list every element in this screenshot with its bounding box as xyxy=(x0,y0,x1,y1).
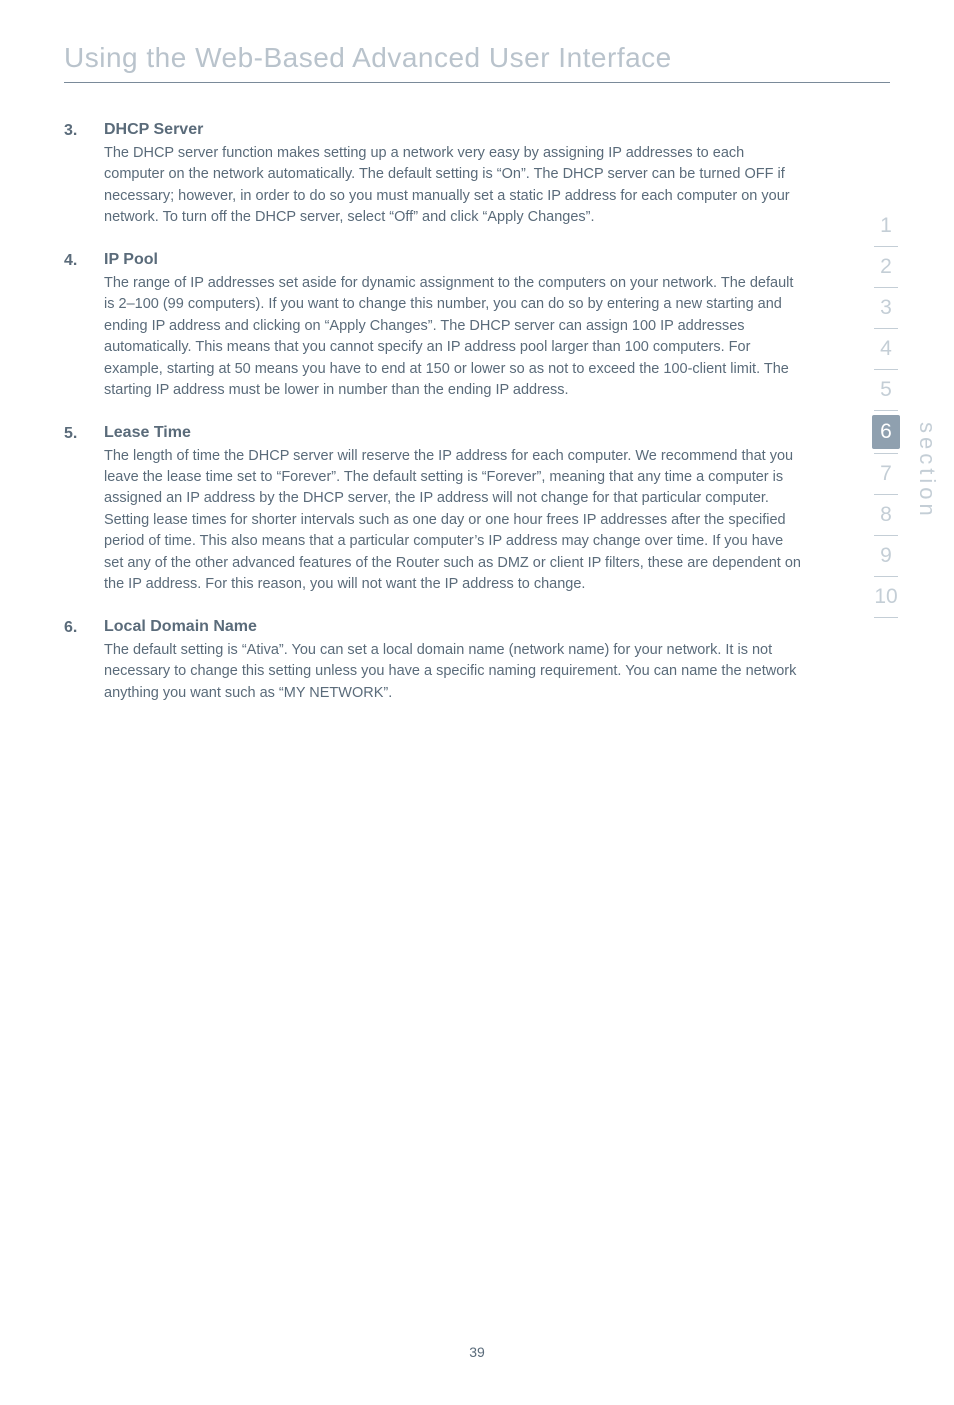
item-paragraph: The range of IP addresses set aside for … xyxy=(104,273,804,402)
item-number: 3. xyxy=(64,121,104,229)
section-nav-6-active[interactable]: 6 xyxy=(872,415,900,449)
title-rule xyxy=(64,82,890,83)
page-number: 39 xyxy=(0,1344,954,1360)
section-nav-divider xyxy=(874,617,898,618)
item-heading: Local Domain Name xyxy=(104,618,804,636)
item-heading: IP Pool xyxy=(104,251,804,269)
item-number: 4. xyxy=(64,251,104,402)
section-nav-5[interactable]: 5 xyxy=(880,370,892,410)
item-heading: Lease Time xyxy=(104,424,804,442)
section-nav: 1 2 3 4 5 6 7 8 9 10 xyxy=(866,206,906,618)
item-number: 6. xyxy=(64,618,104,704)
section-nav-7[interactable]: 7 xyxy=(880,454,892,494)
list-item: 5. Lease Time The length of time the DHC… xyxy=(64,424,804,596)
section-nav-4[interactable]: 4 xyxy=(880,329,892,369)
section-nav-8[interactable]: 8 xyxy=(880,495,892,535)
list-item: 4. IP Pool The range of IP addresses set… xyxy=(64,251,804,402)
list-item: 6. Local Domain Name The default setting… xyxy=(64,618,804,704)
section-nav-9[interactable]: 9 xyxy=(880,536,892,576)
item-paragraph: The default setting is “Ativa”. You can … xyxy=(104,640,804,704)
section-nav-3[interactable]: 3 xyxy=(880,288,892,328)
section-nav-10[interactable]: 10 xyxy=(874,577,897,617)
section-nav-divider xyxy=(874,410,898,411)
section-nav-1[interactable]: 1 xyxy=(880,206,892,246)
list-item: 3. DHCP Server The DHCP server function … xyxy=(64,121,804,229)
item-paragraph: The DHCP server function makes setting u… xyxy=(104,143,804,229)
page-title: Using the Web-Based Advanced User Interf… xyxy=(64,42,954,74)
content-area: 3. DHCP Server The DHCP server function … xyxy=(64,121,804,704)
section-label: section xyxy=(914,422,940,520)
section-nav-2[interactable]: 2 xyxy=(880,247,892,287)
item-heading: DHCP Server xyxy=(104,121,804,139)
item-number: 5. xyxy=(64,424,104,596)
item-paragraph: The length of time the DHCP server will … xyxy=(104,446,804,596)
